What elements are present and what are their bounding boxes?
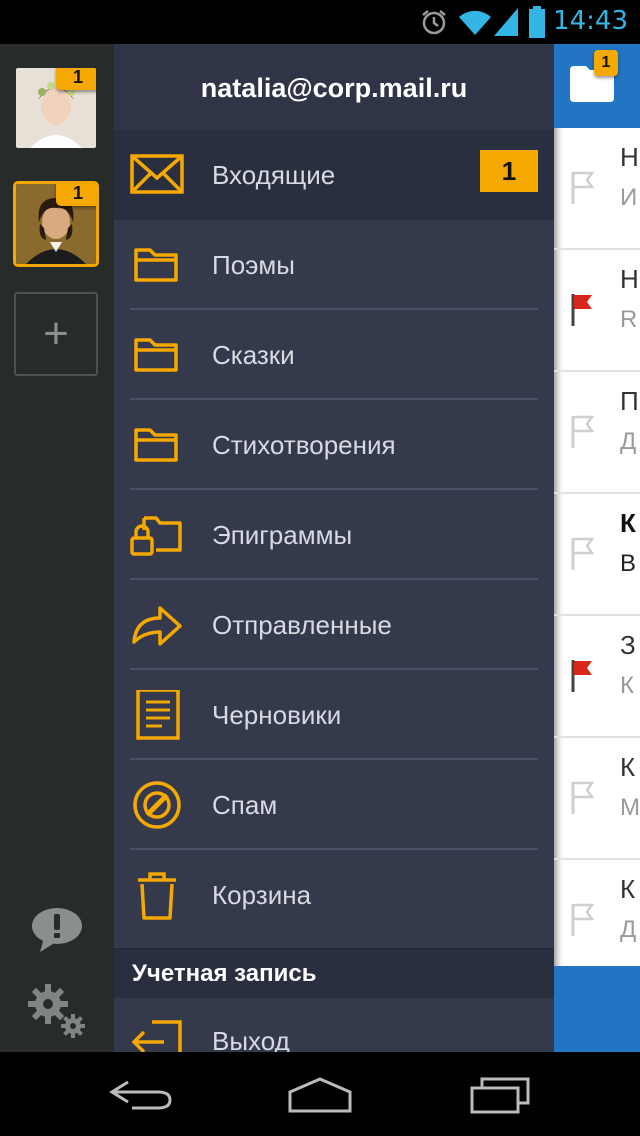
mail-sender: Н (620, 142, 639, 172)
alarm-icon (422, 10, 446, 35)
mail-row[interactable]: К В (554, 494, 640, 616)
mail-subject: R (620, 306, 638, 333)
account-avatar-2[interactable]: 1 (13, 181, 99, 267)
mail-subject: В (620, 550, 637, 577)
account-rail: 1 1 + (0, 44, 114, 1052)
trash-icon (138, 872, 176, 920)
menu-item-label: Сказки (212, 340, 295, 370)
mail-row[interactable]: К Д (554, 860, 640, 966)
menu-item-label: Эпиграммы (212, 520, 353, 550)
wifi-icon (459, 10, 491, 36)
mail-subject: Д (620, 428, 637, 455)
menu-item-label: Спам (212, 790, 278, 820)
menu-item-label: Черновики (212, 700, 342, 730)
mail-sender: К (620, 874, 636, 904)
flag-icon[interactable] (570, 292, 594, 326)
locked-folder-icon (130, 516, 182, 556)
mail-row[interactable]: З К (554, 616, 640, 738)
mail-row[interactable]: Н И (554, 128, 640, 250)
menu-item-label: Выход (212, 1026, 290, 1052)
back-icon[interactable] (108, 1078, 174, 1112)
folder-icon (134, 428, 178, 462)
menu-item-logout[interactable]: Выход (114, 998, 554, 1052)
mail-subject: Д (620, 916, 637, 943)
flag-icon[interactable] (570, 414, 594, 448)
mail-subject: И (620, 184, 638, 211)
section-title: Учетная запись (132, 960, 317, 987)
menu-item-trash[interactable]: Корзина (114, 850, 554, 940)
account-badge: 1 (56, 184, 96, 206)
menu-item-spam[interactable]: Спам (114, 760, 554, 850)
spam-icon (133, 781, 181, 829)
folder-icon (134, 338, 178, 372)
recent-apps-icon[interactable] (468, 1076, 532, 1114)
home-icon[interactable] (286, 1076, 354, 1114)
menu-item-label: Стихотворения (212, 430, 396, 460)
menu-item-label: Входящие (212, 160, 336, 190)
account-badge: 1 (56, 68, 96, 90)
menu-header: natalia@corp.mail.ru (114, 44, 554, 134)
folder-unread-badge: 1 (594, 50, 618, 76)
mail-row[interactable]: К М (554, 738, 640, 860)
menu-item-label: Отправленные (212, 610, 392, 640)
folder-icon (134, 248, 178, 282)
signal-icon (494, 8, 518, 36)
system-nav-bar (0, 1052, 640, 1136)
mail-subject: К (620, 672, 634, 699)
feedback-icon[interactable] (30, 906, 84, 954)
folder-menu: natalia@corp.mail.ru Входящие 1 Поэмы Ск… (114, 44, 554, 1052)
mail-sender: К (620, 508, 636, 538)
flag-icon[interactable] (570, 780, 594, 814)
account-avatar-1[interactable]: 1 (16, 68, 96, 148)
menu-item-poems[interactable]: Поэмы (114, 220, 554, 310)
battery-icon (529, 6, 545, 38)
mail-subject: М (620, 794, 640, 821)
mail-sender: З (620, 630, 636, 660)
envelope-icon (130, 154, 184, 194)
flag-icon[interactable] (570, 902, 594, 936)
menu-item-inbox[interactable]: Входящие 1 (114, 130, 554, 220)
menu-item-tales[interactable]: Сказки (114, 310, 554, 400)
document-icon (136, 690, 180, 740)
mail-sender: Н (620, 264, 639, 294)
logout-icon (131, 1020, 182, 1052)
menu-item-label: Корзина (212, 880, 312, 910)
menu-item-verses[interactable]: Стихотворения (114, 400, 554, 490)
forward-arrow-icon (132, 606, 182, 646)
flag-icon[interactable] (570, 170, 594, 204)
add-account-button[interactable]: + (14, 292, 98, 376)
status-time: 14:43 (553, 6, 628, 36)
status-bar: 14:43 (0, 0, 640, 44)
menu-item-sent[interactable]: Отправленные (114, 580, 554, 670)
mail-row[interactable]: П Д (554, 372, 640, 494)
menu-item-drafts[interactable]: Черновики (114, 670, 554, 760)
settings-icon[interactable] (26, 982, 88, 1040)
mail-list-pane: 1 Н И Н R П Д К В З К К М К Д (554, 44, 640, 1052)
menu-item-label: Поэмы (212, 250, 295, 280)
menu-item-epigrams[interactable]: Эпиграммы (114, 490, 554, 580)
account-email[interactable]: natalia@corp.mail.ru (114, 44, 554, 130)
account-section-header: Учетная запись (114, 948, 554, 998)
flag-icon[interactable] (570, 658, 594, 692)
mail-list-toolbar: 1 (554, 44, 640, 128)
unread-badge: 1 (480, 150, 538, 192)
mail-row[interactable]: Н R (554, 250, 640, 372)
mail-sender: П (620, 386, 639, 416)
mail-sender: К (620, 752, 636, 782)
flag-icon[interactable] (570, 536, 594, 570)
mail-list-bottom-bar (554, 966, 640, 1052)
